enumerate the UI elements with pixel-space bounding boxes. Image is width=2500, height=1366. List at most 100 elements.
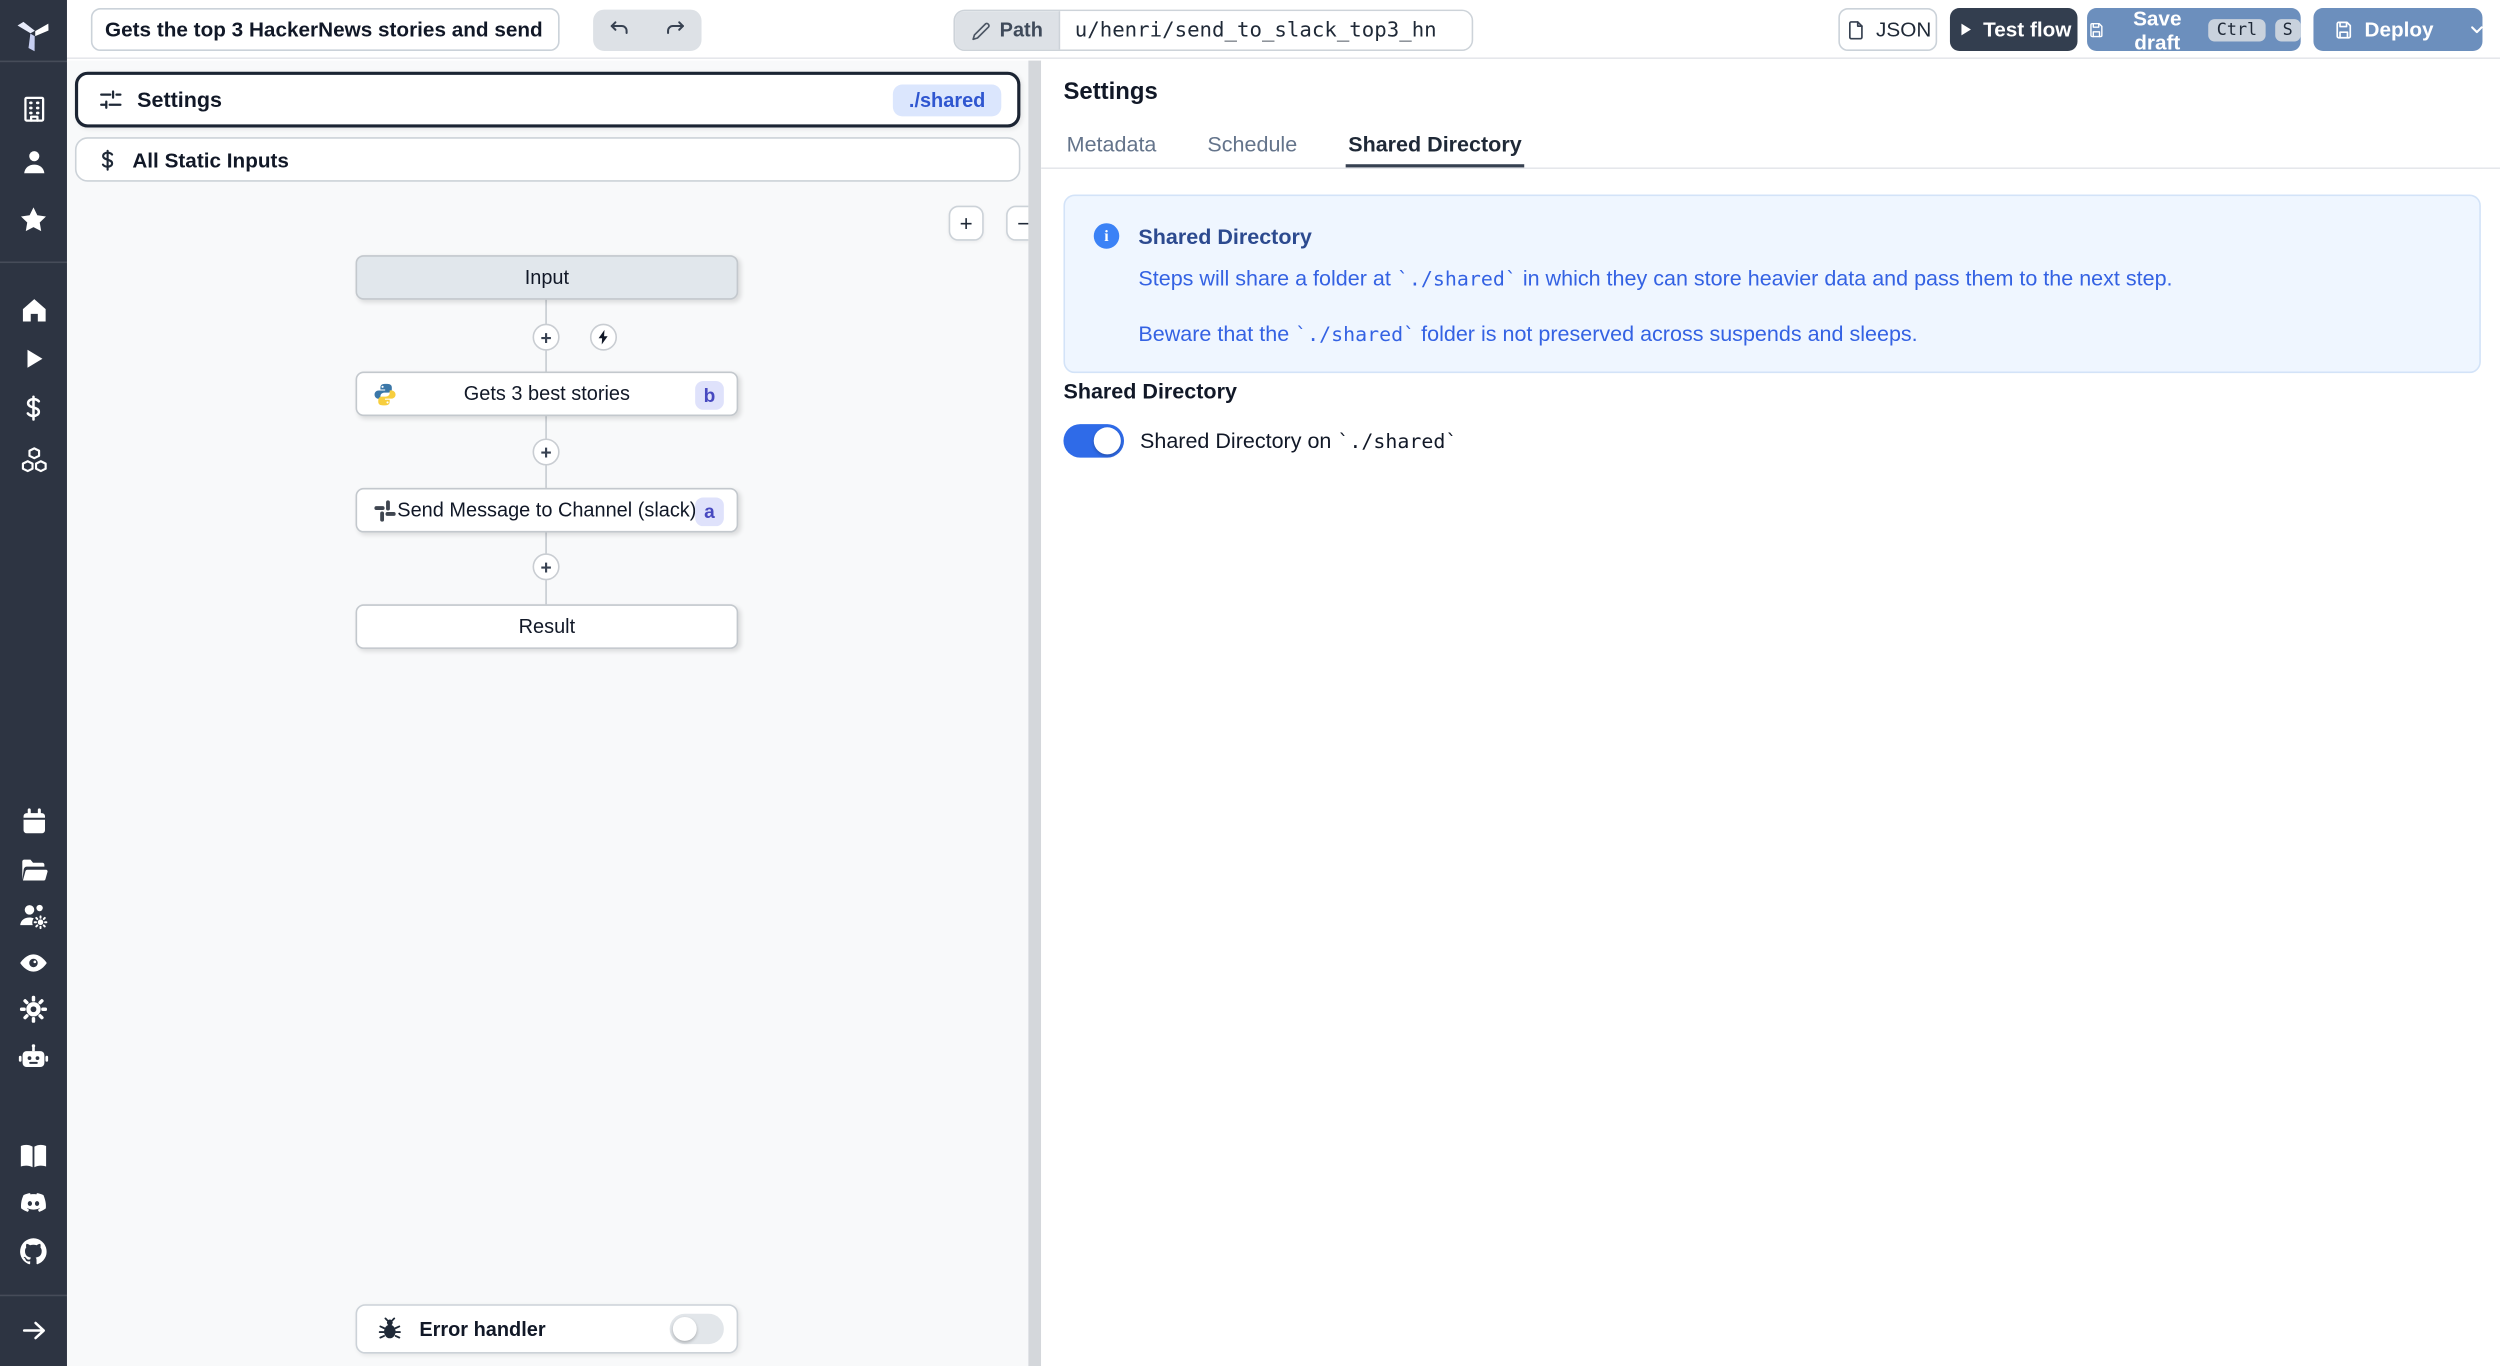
all-static-inputs-box[interactable]: All Static Inputs bbox=[74, 137, 1021, 182]
shared-directory-toggle[interactable] bbox=[1063, 424, 1125, 458]
error-handler-label: Error handler bbox=[419, 1317, 546, 1341]
python-icon bbox=[374, 383, 396, 406]
sidebar-button-calendar[interactable] bbox=[18, 805, 50, 837]
trigger-bolt-button[interactable] bbox=[589, 323, 618, 351]
sidebar-divider bbox=[0, 1294, 67, 1297]
zoom-out-label: − bbox=[1017, 210, 1028, 236]
shared-directory-toggle-label: Shared Directory on `./shared` bbox=[1140, 429, 1457, 453]
sidebar-button-gear[interactable] bbox=[18, 993, 50, 1025]
flow-node-label: Gets 3 best stories bbox=[463, 382, 630, 405]
tab-label: Shared Directory bbox=[1348, 132, 1522, 157]
settings-panel-title: Settings bbox=[1063, 78, 1158, 106]
flow-node-label: Send Message to Channel (slack) bbox=[397, 499, 697, 522]
flow-node-result[interactable]: Result bbox=[355, 604, 739, 649]
chevron-down-icon bbox=[2471, 26, 2484, 34]
undo-icon bbox=[610, 21, 628, 34]
book-open-icon bbox=[20, 1144, 47, 1168]
sidebar-button-robot[interactable] bbox=[18, 1041, 50, 1073]
redo-button[interactable] bbox=[662, 18, 688, 44]
dollar-icon bbox=[26, 395, 41, 421]
deploy-dropdown-button[interactable] bbox=[2467, 8, 2488, 51]
path-input[interactable] bbox=[1060, 11, 1472, 50]
add-step-button[interactable]: + bbox=[532, 438, 560, 466]
info-box-line1: Steps will share a folder at `./shared` … bbox=[1138, 266, 2172, 290]
sidebar-button-eye[interactable] bbox=[18, 947, 50, 979]
sidebar-button-folder[interactable] bbox=[18, 853, 50, 885]
zoom-out-button[interactable]: − bbox=[1006, 205, 1029, 241]
path-edit-button[interactable]: Path bbox=[955, 11, 1061, 50]
users-gear-icon bbox=[20, 904, 48, 930]
flow-node-step-b[interactable]: Gets 3 best stories b bbox=[355, 371, 739, 417]
shared-directory-toggle-row: Shared Directory on `./shared` bbox=[1063, 424, 1457, 458]
file-json-icon bbox=[1848, 20, 1863, 39]
path-label: Path bbox=[999, 19, 1043, 42]
save-draft-button[interactable]: Save draft Ctrl S bbox=[2087, 6, 2301, 53]
toggle-knob bbox=[672, 1316, 697, 1341]
error-handler-node[interactable]: Error handler bbox=[355, 1304, 739, 1354]
shared-directory-info-box: i Shared Directory Steps will share a fo… bbox=[1063, 194, 2481, 374]
sidebar-button-users-gear[interactable] bbox=[18, 899, 50, 931]
undo-redo-group bbox=[593, 9, 702, 52]
flow-settings-label: Settings bbox=[137, 87, 223, 112]
json-button-label: JSON bbox=[1876, 17, 1932, 42]
toggle-knob bbox=[1093, 427, 1121, 455]
dollar-icon bbox=[101, 148, 114, 170]
add-step-button[interactable]: + bbox=[532, 323, 560, 351]
user-icon bbox=[23, 150, 44, 173]
folder-open-icon bbox=[21, 858, 47, 880]
sidebar-divider bbox=[0, 60, 67, 63]
sidebar-button-discord[interactable] bbox=[18, 1188, 50, 1220]
sidebar-button-building[interactable] bbox=[18, 92, 50, 124]
sidebar-expand-button[interactable] bbox=[18, 1314, 50, 1346]
sidebar-button-docs[interactable] bbox=[18, 1140, 50, 1172]
sidebar-button-user[interactable] bbox=[18, 145, 50, 177]
sidebar-button-boxes[interactable] bbox=[18, 443, 50, 475]
info-text: folder is not preserved across suspends … bbox=[1415, 322, 1918, 346]
deploy-label: Deploy bbox=[2364, 17, 2434, 42]
slack-icon bbox=[374, 500, 396, 522]
tab-shared-directory[interactable]: Shared Directory bbox=[1345, 124, 1525, 168]
windmill-logo-icon[interactable] bbox=[13, 13, 54, 54]
tab-schedule[interactable]: Schedule bbox=[1204, 124, 1300, 167]
path-group: Path bbox=[953, 9, 1474, 52]
pencil-icon bbox=[972, 21, 990, 40]
info-text: in which they can store heavier data and… bbox=[1516, 266, 2173, 291]
bug-icon bbox=[378, 1317, 401, 1339]
flow-settings-box[interactable]: Settings ./shared bbox=[74, 71, 1021, 128]
calendar-icon bbox=[22, 807, 45, 833]
shared-directory-section-title: Shared Directory bbox=[1063, 379, 1237, 404]
zoom-in-button[interactable]: + bbox=[948, 205, 984, 241]
add-step-button[interactable]: + bbox=[532, 553, 560, 581]
eye-icon bbox=[20, 954, 47, 972]
info-text: Beware that the bbox=[1138, 322, 1296, 346]
tab-label: Schedule bbox=[1207, 132, 1298, 157]
sliders-icon bbox=[100, 90, 122, 109]
info-box-title: Shared Directory bbox=[1138, 224, 1312, 249]
github-icon bbox=[20, 1238, 47, 1265]
deploy-button[interactable]: Deploy bbox=[2333, 17, 2434, 42]
sidebar-button-github[interactable] bbox=[18, 1236, 50, 1268]
star-icon bbox=[20, 207, 46, 232]
flow-node-input[interactable]: Input bbox=[355, 255, 739, 300]
sidebar-button-play[interactable] bbox=[18, 343, 50, 375]
test-flow-button[interactable]: Test flow bbox=[1949, 7, 2078, 52]
arrow-right-icon bbox=[22, 1320, 45, 1339]
save-icon bbox=[2336, 20, 2352, 38]
info-icon: i bbox=[1093, 223, 1120, 249]
discord-icon bbox=[21, 1193, 46, 1212]
left-sidebar bbox=[0, 0, 67, 1366]
json-button[interactable]: JSON bbox=[1838, 7, 1938, 52]
flow-node-label: Input bbox=[524, 266, 570, 289]
sidebar-button-star[interactable] bbox=[18, 204, 50, 236]
tab-metadata[interactable]: Metadata bbox=[1063, 124, 1159, 167]
pane-splitter[interactable] bbox=[1028, 60, 1042, 1366]
undo-button[interactable] bbox=[607, 18, 633, 44]
flow-node-step-a[interactable]: Send Message to Channel (slack) a bbox=[355, 487, 739, 533]
sidebar-button-dollar[interactable] bbox=[18, 392, 50, 424]
tab-label: Metadata bbox=[1066, 132, 1157, 157]
flow-canvas[interactable]: Settings ./shared All Static Inputs + − … bbox=[66, 60, 1029, 1366]
sidebar-button-home[interactable] bbox=[18, 293, 50, 325]
flow-title-input[interactable] bbox=[90, 7, 560, 52]
settings-tabs: Metadata Schedule Shared Directory bbox=[1041, 124, 2500, 170]
error-handler-toggle[interactable] bbox=[669, 1313, 724, 1345]
